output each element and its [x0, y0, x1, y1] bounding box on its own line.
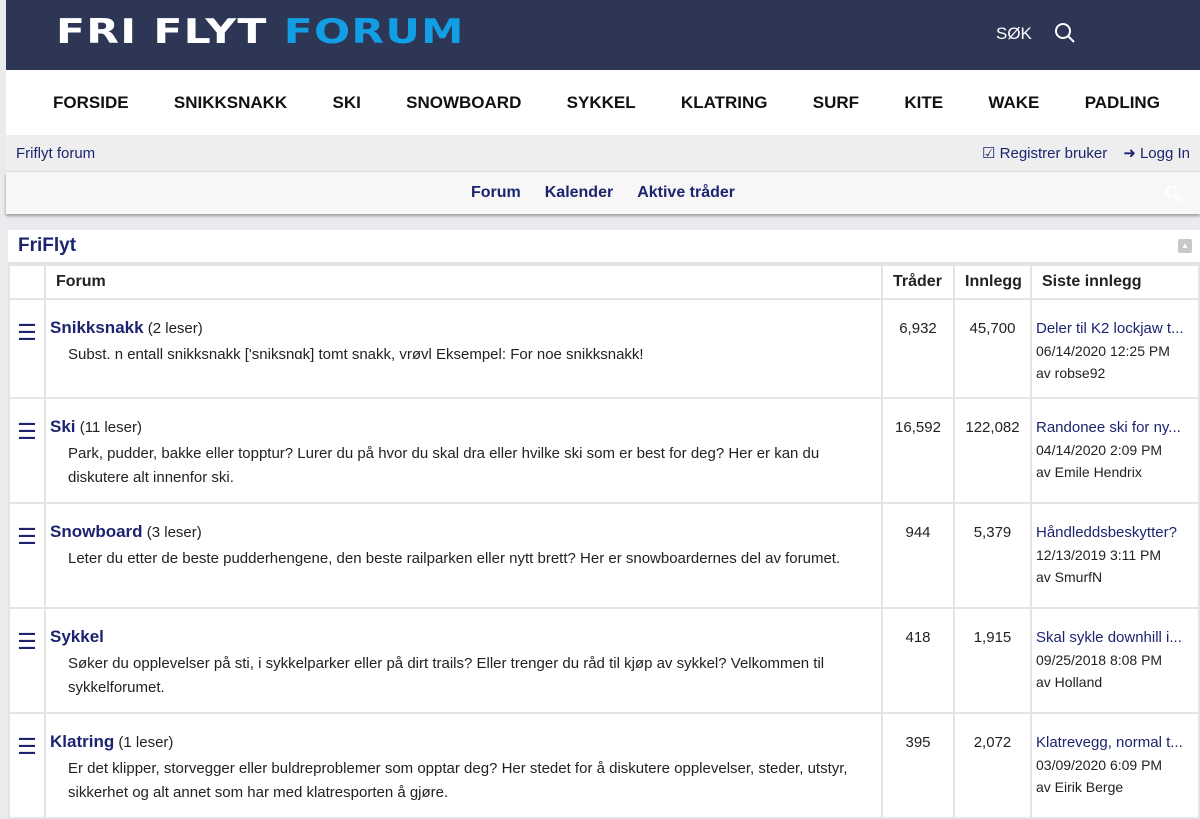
forum-row: ☰ Snikksnakk (2 leser) Subst. n entall s… [9, 299, 1199, 398]
last-post-link[interactable]: Deler til K2 lockjaw t... [1036, 318, 1194, 340]
forum-readers: (1 leser) [118, 734, 173, 751]
forum-row: ☰ Snowboard (3 leser) Leter du etter de … [9, 503, 1199, 608]
nav-item-snikksnakk[interactable]: SNIKKSNAKK [174, 93, 287, 113]
col-threads: Tråder [882, 265, 954, 299]
post-count: 45,700 [954, 299, 1031, 398]
col-posts: Innlegg [954, 265, 1031, 299]
sign-in-icon: ➜ [1123, 145, 1136, 162]
sub-nav: Forum Kalender Aktive tråder 🔍︎ [6, 172, 1200, 214]
menu-icon[interactable]: ☰ [9, 503, 45, 608]
menu-icon[interactable]: ☰ [9, 398, 45, 503]
section-title: FriFlyt [18, 235, 76, 257]
last-post-author[interactable]: av Holland [1036, 671, 1194, 693]
last-post-author[interactable]: av SmurfN [1036, 566, 1194, 588]
thread-count: 395 [882, 713, 954, 818]
nav-item-ski[interactable]: SKI [333, 93, 361, 113]
last-post-link[interactable]: Randonee ski for ny... [1036, 417, 1194, 439]
forum-title[interactable]: Snikksnakk [50, 318, 144, 337]
site-header: FRI FLYT FORUM SØK [6, 0, 1200, 70]
login-label: Logg In [1140, 145, 1190, 162]
nav-item-padling[interactable]: PADLING [1085, 93, 1160, 113]
col-icon [9, 265, 45, 299]
forum-title[interactable]: Ski [50, 417, 76, 436]
post-count: 122,082 [954, 398, 1031, 503]
forum-readers: (2 leser) [148, 320, 203, 337]
forum-description: Leter du etter de beste pudderhengene, d… [50, 547, 877, 571]
logo-text: FRI FLYT [56, 12, 268, 52]
nav-item-sykkel[interactable]: SYKKEL [567, 93, 636, 113]
forum-title[interactable]: Snowboard [50, 522, 143, 541]
forum-section: FriFlyt ▲ Forum Tråder Innlegg Siste innl… [8, 230, 1200, 819]
col-forum: Forum [45, 265, 882, 299]
forum-readers: (11 leser) [80, 419, 142, 436]
last-post-author[interactable]: av Eirik Berge [1036, 776, 1194, 798]
main-nav: FORSIDE SNIKKSNAKK SKI SNOWBOARD SYKKEL KLATR… [6, 70, 1200, 135]
forum-title[interactable]: Klatring [50, 732, 114, 751]
collapse-icon[interactable]: ▲ [1178, 239, 1192, 253]
logo-text-accent: FORUM [284, 12, 465, 52]
subnav-forum[interactable]: Forum [471, 184, 521, 202]
forum-description: Er det klipper, storvegger eller buldrep… [50, 757, 877, 805]
forum-description: Søker du opplevelser på sti, i sykkelpar… [50, 652, 877, 700]
thread-count: 16,592 [882, 398, 954, 503]
nav-item-snowboard[interactable]: SNOWBOARD [406, 93, 521, 113]
thread-count: 944 [882, 503, 954, 608]
subnav-active-threads[interactable]: Aktive tråder [637, 184, 735, 202]
post-count: 1,915 [954, 608, 1031, 713]
last-post-author[interactable]: av Emile Hendrix [1036, 461, 1194, 483]
breadcrumb-home[interactable]: Friflyt forum [16, 145, 95, 162]
forum-description: Park, pudder, bakke eller topptur? Lurer… [50, 442, 877, 490]
nav-item-wake[interactable]: WAKE [988, 93, 1039, 113]
post-count: 5,379 [954, 503, 1031, 608]
search-label[interactable]: SØK [996, 24, 1032, 44]
post-count: 2,072 [954, 713, 1031, 818]
register-label: Registrer bruker [1000, 145, 1108, 162]
forum-title[interactable]: Sykkel [50, 627, 104, 646]
forum-table: Forum Tråder Innlegg Siste innlegg ☰ Sni… [8, 264, 1200, 819]
search-icon[interactable]: 🔍︎ [1164, 184, 1184, 204]
last-post-date: 12/13/2019 3:11 PM [1036, 544, 1194, 566]
forum-row: ☰ Klatring (1 leser) Er det klipper, sto… [9, 713, 1199, 818]
search-icon[interactable] [1054, 22, 1076, 44]
last-post-link[interactable]: Skal sykle downhill i... [1036, 627, 1194, 649]
forum-description: Subst. n entall snikksnakk ['sniksnɑk] t… [50, 343, 877, 367]
breadcrumb-bar: Friflyt forum ☑ Registrer bruker ➜ Logg … [6, 135, 1200, 172]
login-link[interactable]: ➜ Logg In [1123, 144, 1190, 162]
col-last-post: Siste innlegg [1031, 265, 1199, 299]
menu-icon[interactable]: ☰ [9, 713, 45, 818]
forum-row: ☰ Sykkel Søker du opplevelser på sti, i … [9, 608, 1199, 713]
forum-row: ☰ Ski (11 leser) Park, pudder, bakke ell… [9, 398, 1199, 503]
thread-count: 6,932 [882, 299, 954, 398]
last-post-link[interactable]: Klatrevegg, normal t... [1036, 732, 1194, 754]
subnav-calendar[interactable]: Kalender [545, 184, 613, 202]
last-post-author[interactable]: av robse92 [1036, 362, 1194, 384]
logo[interactable]: FRI FLYT FORUM [56, 12, 465, 52]
nav-item-forside[interactable]: FORSIDE [53, 93, 129, 113]
last-post-date: 03/09/2020 6:09 PM [1036, 754, 1194, 776]
nav-item-klatring[interactable]: KLATRING [681, 93, 768, 113]
last-post-link[interactable]: Håndleddsbeskytter? [1036, 522, 1194, 544]
menu-icon[interactable]: ☰ [9, 299, 45, 398]
register-link[interactable]: ☑ Registrer bruker [982, 144, 1107, 162]
menu-icon[interactable]: ☰ [9, 608, 45, 713]
last-post-date: 09/25/2018 8:08 PM [1036, 649, 1194, 671]
last-post-date: 06/14/2020 12:25 PM [1036, 340, 1194, 362]
nav-item-surf[interactable]: SURF [813, 93, 859, 113]
nav-item-kite[interactable]: KITE [904, 93, 943, 113]
thread-count: 418 [882, 608, 954, 713]
checkbox-icon: ☑ [982, 145, 995, 162]
forum-readers: (3 leser) [147, 524, 202, 541]
last-post-date: 04/14/2020 2:09 PM [1036, 439, 1194, 461]
